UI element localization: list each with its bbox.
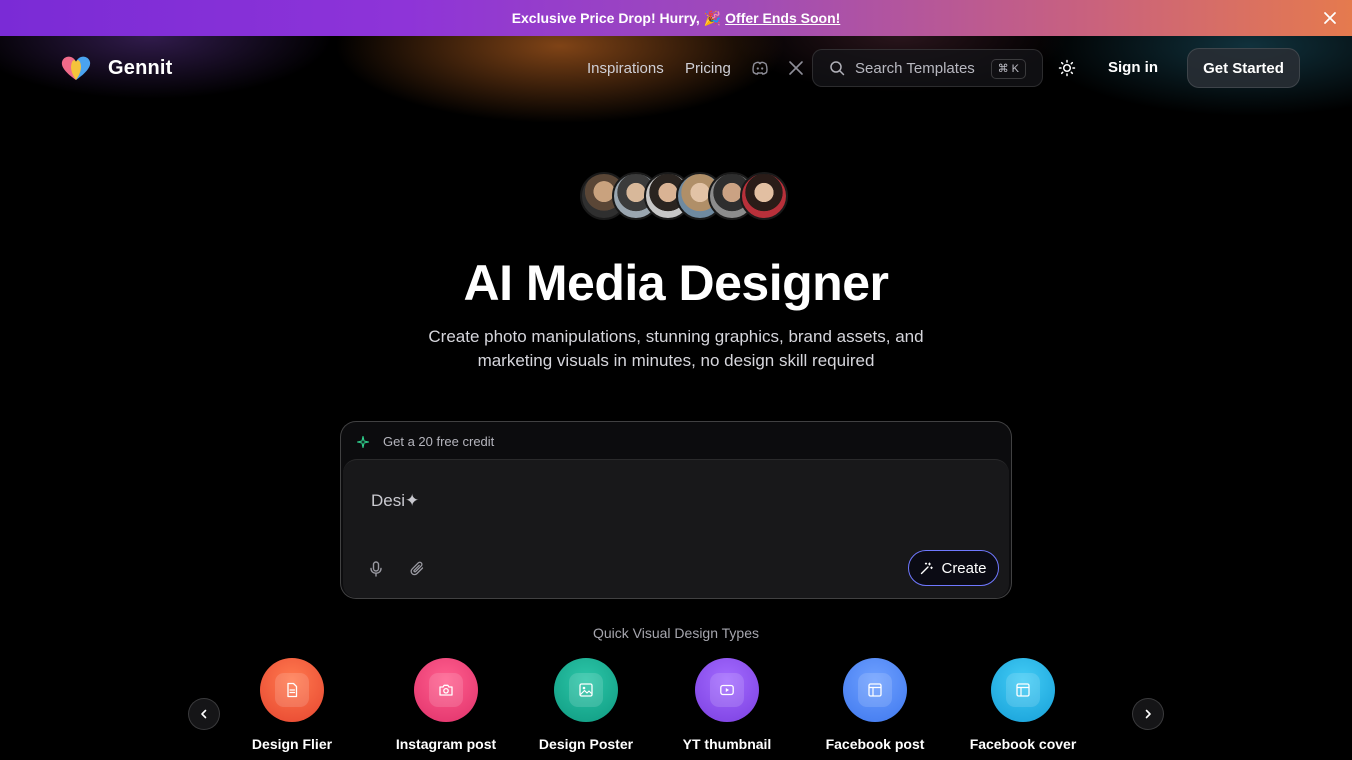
sun-icon[interactable] [1058, 59, 1076, 77]
sign-in-link[interactable]: Sign in [1108, 59, 1158, 76]
nav-pricing[interactable]: Pricing [685, 60, 731, 77]
design-type-label: Design Flier [251, 736, 333, 752]
paperclip-icon[interactable] [409, 560, 427, 578]
prompt-text: Desi✦ [371, 491, 420, 510]
play-icon [720, 684, 734, 696]
design-type-badge [260, 658, 324, 722]
chevron-right-icon [1145, 709, 1151, 719]
create-label: Create [941, 559, 987, 577]
icon-tile [275, 673, 309, 707]
design-type-poster[interactable]: Design Poster [511, 658, 661, 752]
chevron-left-icon [201, 709, 207, 719]
design-type-yt-thumbnail[interactable]: YT thumbnail [652, 658, 802, 752]
document-icon [287, 682, 298, 698]
avatar [740, 172, 788, 220]
promo-banner: Exclusive Price Drop! Hurry, 🎉 Offer End… [0, 0, 1352, 36]
hero-title: AI Media Designer [463, 255, 889, 311]
magic-wand-icon [921, 561, 934, 574]
hero-subtitle: Create photo manipulations, stunning gra… [428, 327, 924, 370]
brand-logo[interactable]: Gennit [60, 54, 173, 82]
layout-icon [1016, 683, 1030, 697]
brand-name: Gennit [108, 56, 173, 79]
sparkle-icon [357, 435, 369, 448]
get-started-button[interactable]: Get Started [1187, 48, 1300, 88]
credit-text: Get a 20 free credit [383, 434, 495, 449]
design-type-instagram-post[interactable]: Instagram post [371, 658, 521, 752]
create-button[interactable]: Create [908, 550, 999, 586]
prompt-card: Get a 20 free credit Desi✦ Create [340, 421, 1012, 599]
icon-tile [429, 673, 463, 707]
search-placeholder: Search Templates [855, 59, 975, 77]
heart-logo-icon [61, 56, 91, 80]
design-type-label: YT thumbnail [682, 736, 772, 752]
search-shortcut-badge: ⌘ K [990, 59, 1026, 79]
design-type-label: Facebook post [825, 736, 925, 752]
layout-icon [868, 683, 882, 697]
design-type-badge [843, 658, 907, 722]
icon-tile [858, 673, 892, 707]
discord-icon[interactable] [751, 59, 769, 77]
quick-types-title: Quick Visual Design Types [592, 625, 759, 641]
promo-text: Exclusive Price Drop! Hurry, [511, 10, 700, 26]
design-type-badge [695, 658, 759, 722]
search-icon [830, 61, 845, 76]
design-type-label: Instagram post [395, 736, 497, 752]
design-type-label: Facebook cover [969, 736, 1077, 752]
microphone-icon[interactable] [367, 560, 385, 578]
icon-tile [710, 673, 744, 707]
offer-link[interactable]: Offer Ends Soon! [725, 10, 840, 26]
party-popper-icon: 🎉 [703, 9, 722, 26]
prompt-input[interactable]: Desi✦ Create [343, 459, 1009, 598]
nav-inspirations[interactable]: Inspirations [587, 60, 664, 77]
page: Exclusive Price Drop! Hurry, 🎉 Offer End… [0, 0, 1352, 760]
icon-tile [569, 673, 603, 707]
design-type-badge [414, 658, 478, 722]
camera-icon [439, 684, 453, 696]
close-icon[interactable] [1322, 10, 1338, 26]
search-templates-input[interactable]: Search Templates ⌘ K [812, 49, 1043, 87]
x-twitter-icon[interactable] [787, 59, 805, 77]
image-icon [579, 683, 593, 697]
icon-tile [1006, 673, 1040, 707]
carousel-prev-button[interactable] [188, 698, 220, 730]
design-type-label: Design Poster [538, 736, 634, 752]
design-type-facebook-post[interactable]: Facebook post [800, 658, 950, 752]
carousel-next-button[interactable] [1132, 698, 1164, 730]
credit-banner: Get a 20 free credit [357, 434, 494, 449]
design-type-facebook-cover[interactable]: Facebook cover [948, 658, 1098, 752]
design-type-badge [554, 658, 618, 722]
design-type-badge [991, 658, 1055, 722]
design-type-flier[interactable]: Design Flier [217, 658, 367, 752]
